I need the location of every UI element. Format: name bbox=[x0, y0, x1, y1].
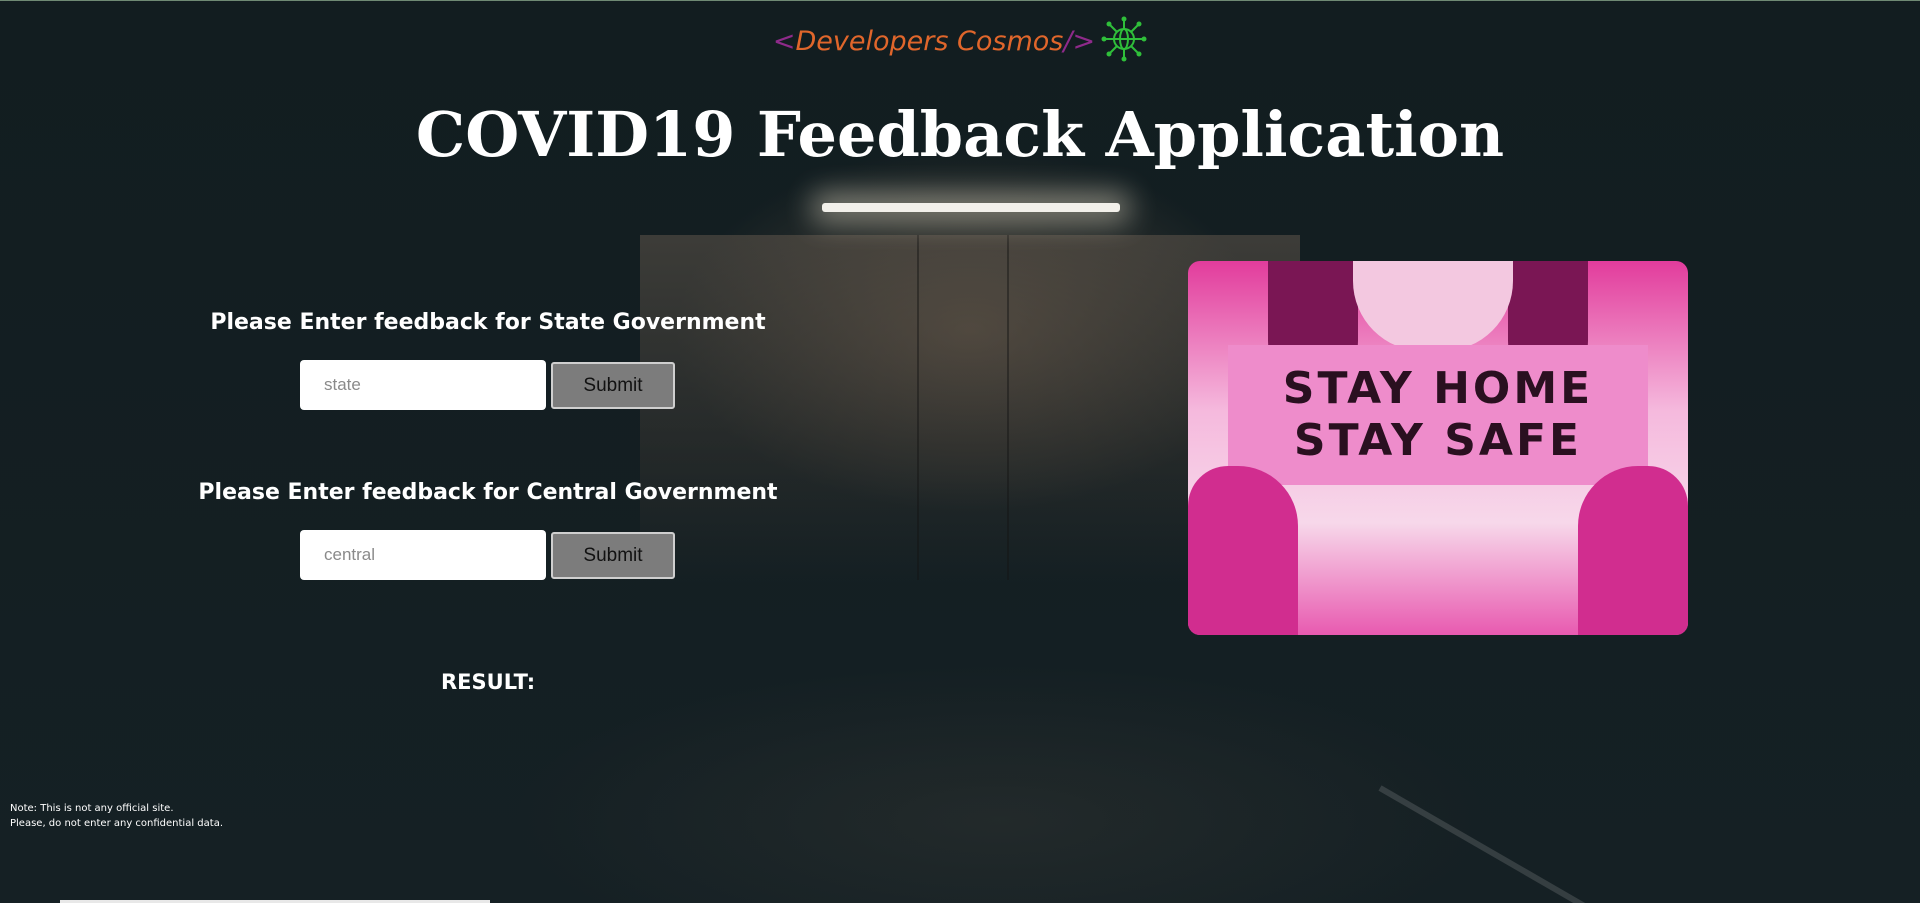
brand-logo-text: <Developers Cosmos/> bbox=[773, 26, 1095, 57]
brand-close-bracket: /> bbox=[1063, 25, 1096, 57]
wall-panel-line bbox=[1007, 235, 1009, 580]
central-feedback-input[interactable] bbox=[300, 530, 546, 580]
poster-face bbox=[1353, 261, 1513, 351]
poster-sign: STAY HOME STAY SAFE bbox=[1228, 345, 1648, 485]
brand-open-bracket: < bbox=[772, 25, 796, 57]
central-submit-button[interactable]: Submit bbox=[551, 532, 675, 579]
floor-line bbox=[1378, 785, 1607, 903]
brand-header: <Developers Cosmos/> bbox=[0, 16, 1920, 66]
poster-sign-line-2: STAY SAFE bbox=[1293, 415, 1583, 466]
page-title: COVID19 Feedback Application bbox=[415, 98, 1505, 171]
state-feedback-label: Please Enter feedback for State Governme… bbox=[210, 310, 766, 335]
ceiling-lamp bbox=[822, 203, 1120, 212]
state-feedback-input[interactable] bbox=[300, 360, 546, 410]
disclaimer-line-1: Note: This is not any official site. bbox=[10, 803, 174, 814]
wall-panel-line bbox=[917, 235, 919, 580]
central-feedback-label: Please Enter feedback for Central Govern… bbox=[198, 480, 778, 505]
brand-name: Developers Cosmos bbox=[795, 25, 1064, 57]
top-border bbox=[0, 0, 1920, 1]
state-submit-button[interactable]: Submit bbox=[551, 362, 675, 409]
disclaimer-line-2: Please, do not enter any confidential da… bbox=[10, 818, 224, 829]
result-label: RESULT: bbox=[441, 670, 536, 694]
stay-home-poster-image: STAY HOME STAY SAFE bbox=[1188, 261, 1688, 635]
globe-network-icon bbox=[1101, 16, 1147, 66]
poster-sign-line-1: STAY HOME bbox=[1282, 363, 1594, 414]
poster-hand-left bbox=[1188, 466, 1298, 635]
poster-hand-right bbox=[1578, 466, 1688, 635]
disclaimer-note: Note: This is not any official site. Ple… bbox=[10, 801, 223, 831]
